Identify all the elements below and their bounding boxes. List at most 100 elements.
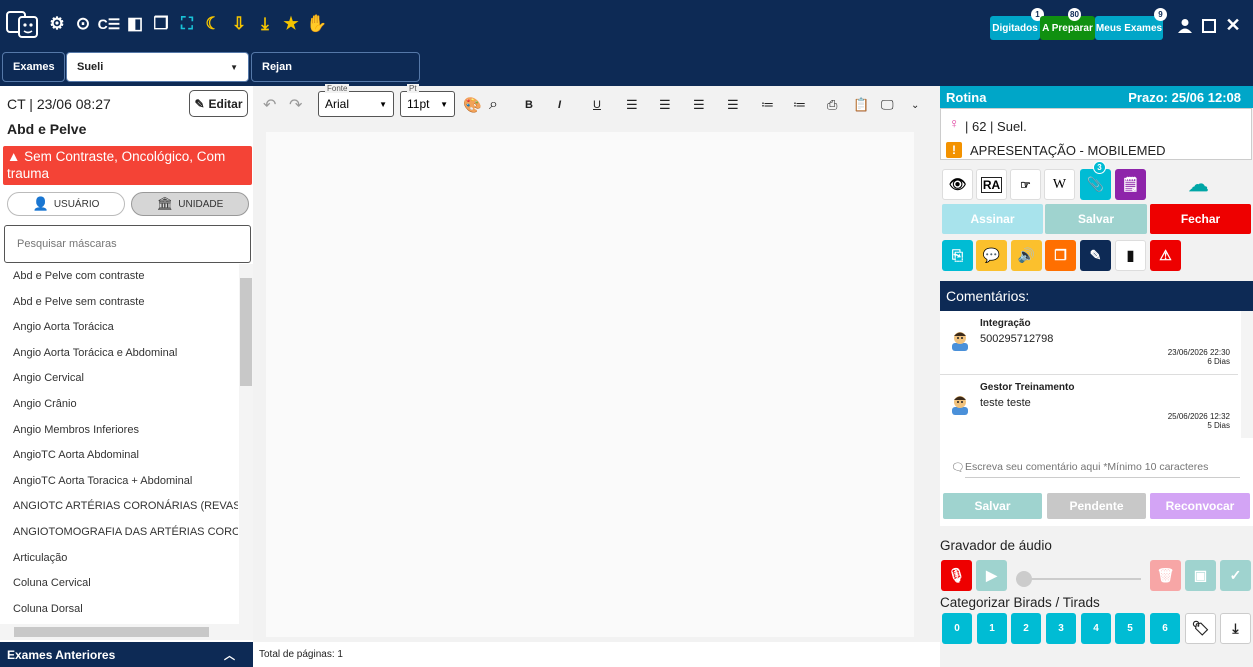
mask-item[interactable]: Angio Aorta Torácica e Abdominal [0,341,238,367]
warning-button[interactable]: ⚠ [1150,240,1181,271]
chevron-down-icon[interactable]: ⌄ [911,94,919,116]
a-preparar-button[interactable]: A Preparar 80 [1040,8,1095,40]
wikipedia-button[interactable]: W [1044,169,1075,200]
tag-button[interactable]: 🏷 [1185,613,1216,644]
birad-button[interactable]: 4 [1081,613,1111,644]
confirm-audio-button[interactable]: ✓ [1220,560,1251,591]
audio-progress-thumb[interactable] [1016,571,1032,587]
meus-exames-button[interactable]: Meus Exames 9 [1095,8,1167,40]
view-button[interactable]: 👁 [942,169,973,200]
gear-icon[interactable]: ⚙ [46,12,68,36]
italic-icon[interactable]: I [558,94,561,116]
clipboard-icon[interactable]: 📋 [853,94,869,116]
play-button[interactable]: ▶ [976,560,1007,591]
fechar-button[interactable]: Fechar [1150,204,1251,234]
screen-icon[interactable]: 🖵 [881,94,894,116]
birad-button[interactable]: 2 [1011,613,1041,644]
audio-progress-track[interactable] [1016,571,1141,587]
file-button[interactable]: ▮ [1115,240,1146,271]
insert-file-icon[interactable]: ⎙ [827,94,837,116]
assinar-button[interactable]: Assinar [942,204,1043,234]
copy-icon[interactable]: ❐ [150,12,172,36]
mask-item[interactable]: Angio Aorta Torácica [0,315,238,341]
copy-report-button[interactable]: ❐ [1045,240,1076,271]
doc-clock-button[interactable]: ⎘ [942,240,973,271]
mask-item[interactable]: Angio Crânio [0,392,238,418]
mask-item[interactable]: AngioTC Aorta Toracica + Abdominal [0,469,238,495]
record-circle-icon[interactable]: ⊙ [72,12,94,36]
undo-icon[interactable]: ↶ [263,94,276,116]
scan-icon[interactable]: ⛶ [176,12,198,36]
birad-button[interactable]: 1 [977,613,1007,644]
edit-button[interactable]: ✎ Editar [189,90,248,117]
download-icon[interactable]: ⤓ [254,12,276,36]
compare-icon[interactable]: ◧ [124,12,146,36]
mask-item[interactable]: AngioTC Aorta Abdominal [0,443,238,469]
sign-language-button[interactable]: ☞ [1010,169,1041,200]
mask-item[interactable]: Coluna Dorsal [0,597,238,623]
comment-salvar-button[interactable]: Salvar [943,493,1042,519]
birad-button[interactable]: 0 [942,613,972,644]
birad-button[interactable]: 3 [1046,613,1076,644]
find-replace-icon[interactable]: ⌕ [489,94,498,116]
underline-icon[interactable]: U [593,94,601,116]
moon-icon[interactable]: ☾ [202,12,224,36]
salvar-button[interactable]: Salvar [1045,204,1147,234]
mask-item[interactable]: Angio Cervical [0,366,238,392]
mask-item[interactable]: Coluna Cervical [0,571,238,597]
birad-button[interactable]: 5 [1115,613,1145,644]
reconvocar-button[interactable]: Reconvocar [1150,493,1250,519]
align-right-icon[interactable]: ☰ [693,94,705,116]
save-audio-button[interactable]: ▣ [1185,560,1216,591]
bold-icon[interactable]: B [525,94,533,116]
mask-list-hscrollbar[interactable] [0,624,253,640]
record-button[interactable]: 🎙 [941,560,972,591]
document-page[interactable] [266,132,914,637]
user-icon[interactable] [1174,14,1196,38]
delete-audio-button[interactable]: 🗑 [1150,560,1181,591]
comment-input[interactable] [965,456,1240,478]
usuario-toggle[interactable]: 👤 USUÁRIO [7,192,125,216]
user-select[interactable]: Sueli ▼ [66,52,249,82]
person-download-icon[interactable]: ⇩ [228,12,250,36]
star-icon[interactable]: ★ [280,12,302,36]
maximize-icon[interactable] [1198,14,1220,38]
align-center-icon[interactable]: ☰ [659,94,671,116]
mask-search-input[interactable] [4,225,251,263]
list-icon[interactable]: C☰ [98,12,121,36]
digitados-button[interactable]: Digitados 1 [990,8,1044,40]
justify-icon[interactable]: ☰ [727,94,739,116]
mask-item[interactable]: Abd e Pelve com contraste [0,264,238,290]
cloud-check-button[interactable]: ☁ [1183,169,1214,200]
mask-list-scrollbar[interactable] [239,264,253,624]
close-icon[interactable]: ✕ [1222,13,1244,37]
exames-anteriores-bar[interactable]: Exames Anteriores ︿ [0,642,253,667]
exames-tab[interactable]: Exames [2,52,65,82]
numbered-list-icon[interactable]: ≔ [793,94,806,116]
mask-item[interactable]: Abd e Pelve sem contraste [0,290,238,316]
comments-scrollbar[interactable] [1241,311,1253,438]
bullet-list-icon[interactable]: ≔ [761,94,774,116]
mask-item[interactable]: Articulação [0,546,238,572]
pendente-button[interactable]: Pendente [1047,493,1146,519]
hand-icon[interactable]: ✋ [306,12,328,36]
edit-report-button[interactable]: ✎ [1080,240,1111,271]
size-select[interactable]: Pt 11pt ▼ [400,84,455,117]
mask-item[interactable]: Angio Membros Inferiores [0,418,238,444]
font-select[interactable]: Fonte Arial ▼ [318,84,394,117]
audio-button[interactable]: 🔊 [1011,240,1042,271]
birad-button[interactable]: 6 [1150,613,1180,644]
comment-button[interactable]: 💬 [976,240,1007,271]
attachments-button[interactable]: 📎 3 [1080,161,1111,200]
mask-item[interactable]: ANGIOTOMOGRAFIA DAS ARTÉRIAS CORONÁRI [0,520,238,546]
align-left-icon[interactable]: ☰ [626,94,638,116]
palette-icon[interactable]: 🎨 [463,94,482,116]
unidade-toggle[interactable]: 🏛 UNIDADE [131,192,249,216]
masks-logo-icon[interactable] [6,8,40,40]
mask-item[interactable]: ANGIOTC ARTÉRIAS CORONÁRIAS (REVASC) [0,494,238,520]
report-search-button[interactable]: 🗒 [1115,169,1146,200]
redo-icon[interactable]: ↷ [289,94,302,116]
rejan-tab[interactable]: Rejan [251,52,420,82]
person-download-button[interactable]: ⤓ [1220,613,1251,644]
ra-button[interactable]: RA [976,169,1007,200]
